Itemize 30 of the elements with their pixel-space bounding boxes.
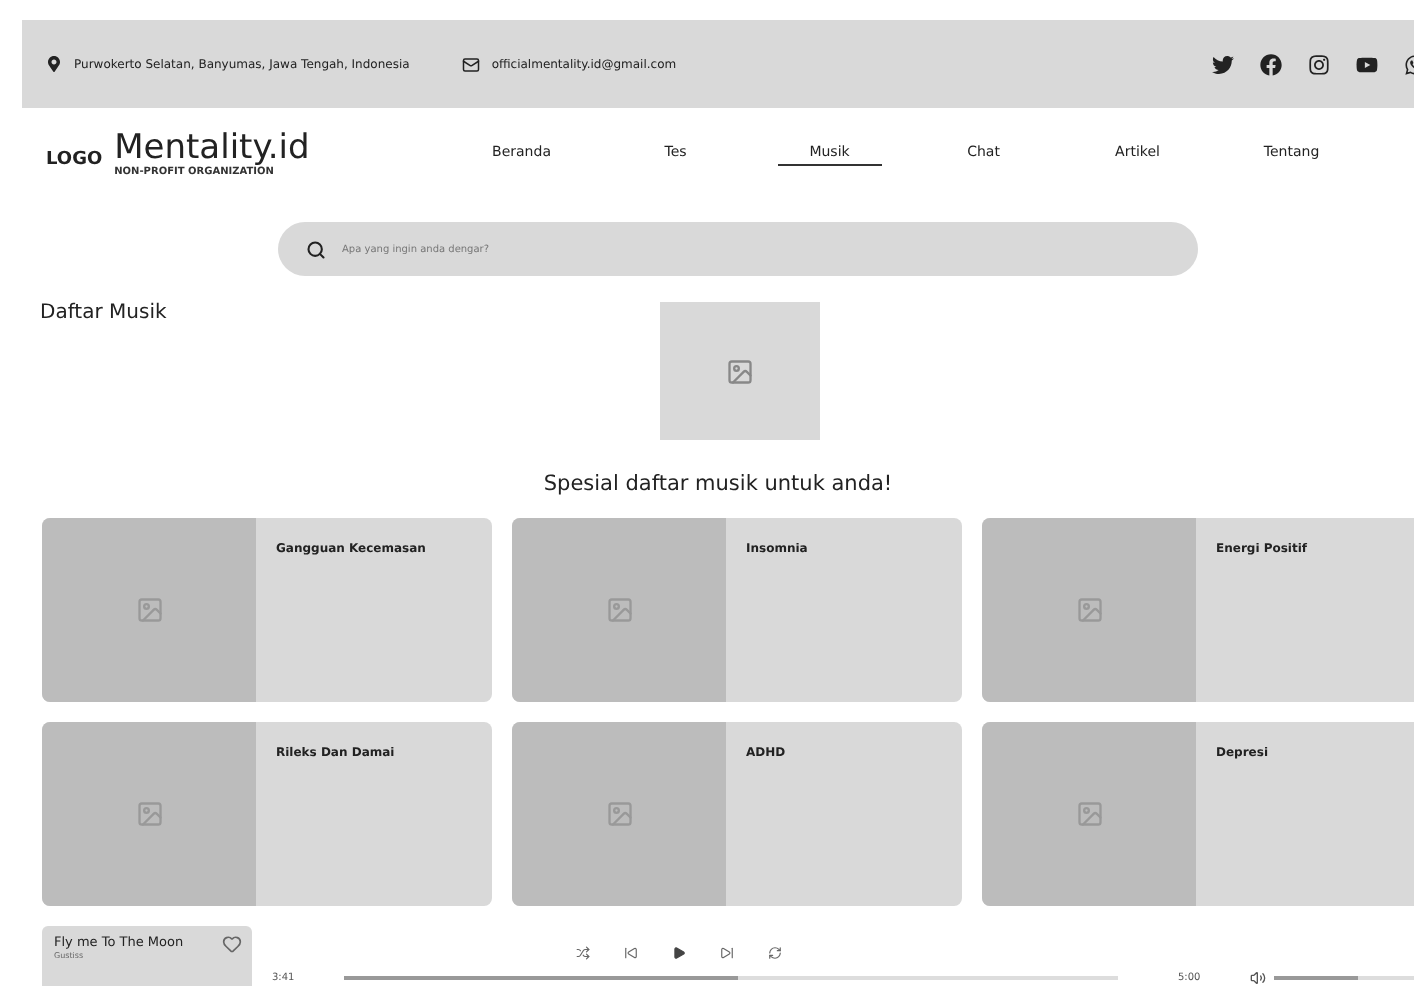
volume-icon [1250,970,1266,986]
heading: Spesial daftar musik untuk anda! [543,472,893,496]
location-pin-icon [46,56,62,72]
youtube-icon[interactable] [1356,53,1378,75]
search-icon [306,239,326,259]
image-icon [135,800,163,828]
instagram-icon[interactable] [1308,53,1330,75]
logo: LOGO [46,150,103,170]
image-icon [726,357,754,385]
skip-forward-icon [720,946,734,960]
image-icon [1075,800,1103,828]
repeat-icon [768,946,782,960]
mail-icon [461,55,480,73]
section-title: Daftar Musik [40,302,169,328]
image-icon [605,800,633,828]
image-icon [135,596,163,624]
play-button[interactable] [672,946,686,960]
brand-name: Mentality.id [114,130,310,166]
shuffle-button[interactable] [576,946,590,960]
play-icon [672,946,686,960]
bird-icon[interactable] [1212,53,1234,75]
facebook-icon[interactable] [1260,53,1282,75]
image-icon [605,596,633,624]
previous-button[interactable] [624,946,638,960]
image-icon [1075,596,1103,624]
skip-back-icon [624,946,638,960]
repeat-button[interactable] [768,946,782,960]
shuffle-icon [576,946,590,960]
next-button[interactable] [720,946,734,960]
heart-icon [222,934,242,954]
